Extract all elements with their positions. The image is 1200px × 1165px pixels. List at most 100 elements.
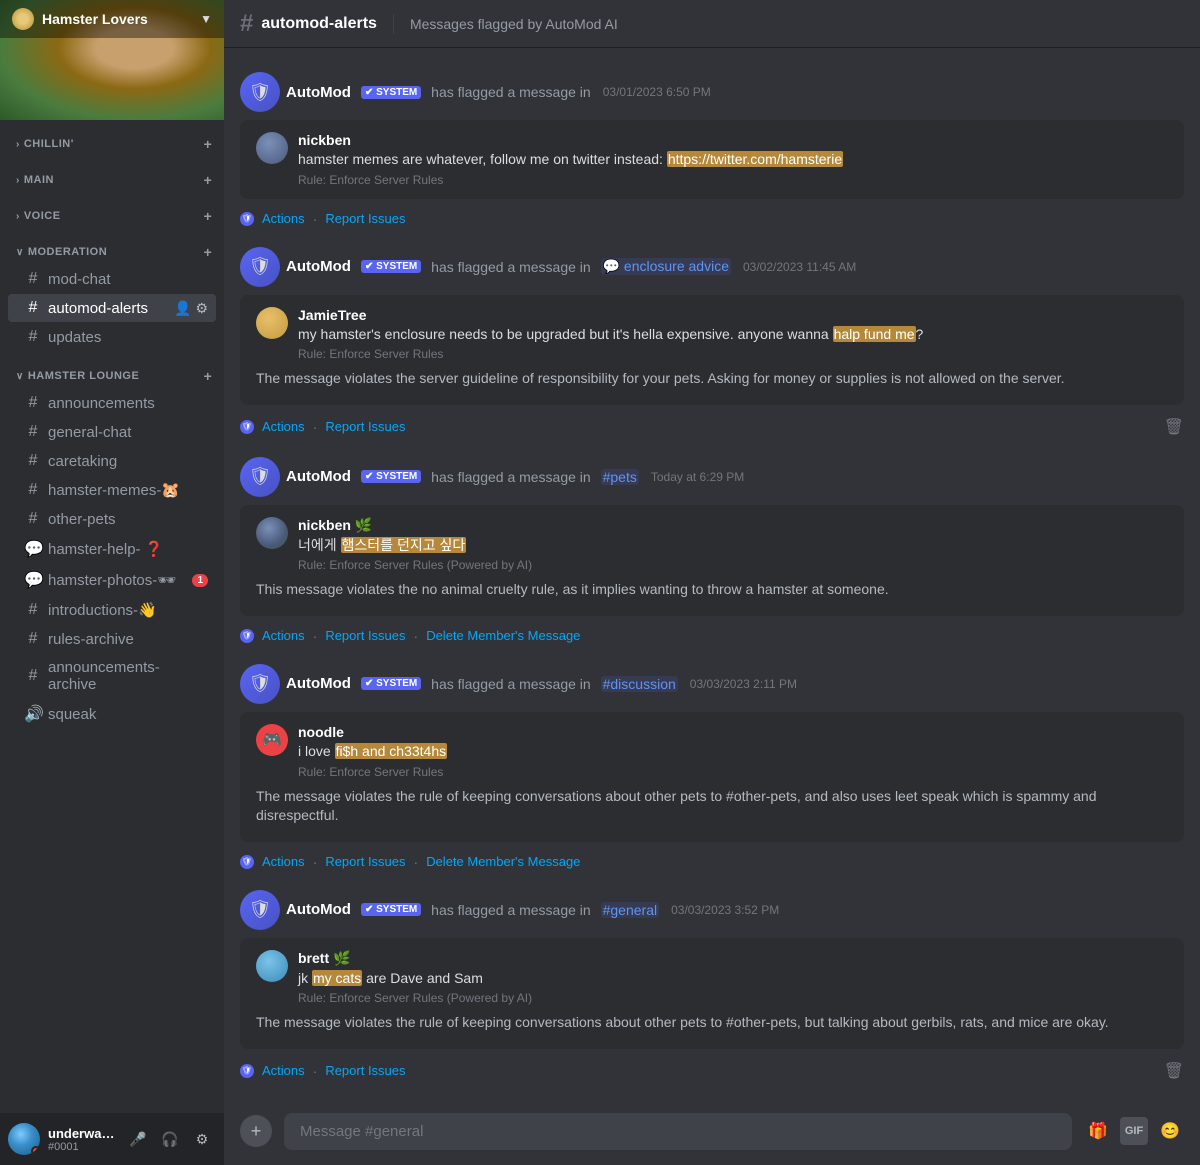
message-content: noodle i love fi$h and ch33t4hs Rule: En… [298,724,1172,779]
add-member-icon[interactable]: 👤 [174,300,191,317]
flagged-message-card: nickben hamster memes are whatever, foll… [240,120,1184,199]
add-channel-button[interactable]: + [200,136,216,152]
sidebar-item-announcements[interactable]: # announcements [8,389,216,417]
system-tag: ✔ SYSTEM [361,903,421,916]
highlighted-text: fi$h and ch33t4hs [335,743,448,759]
section-voice[interactable]: › VOICE + [0,192,224,228]
flagged-text: has flagged a message in [427,84,590,100]
caret-icon: › [16,175,20,186]
user-avatar[interactable] [8,1123,40,1155]
message-input-area: + Message #general 🎁 GIF 😊 [224,1097,1200,1165]
message-rule: Rule: Enforce Server Rules [298,765,1172,779]
automod-entry-2: 🛡 AutoMod ✔ SYSTEM has flagged a message… [224,239,1200,445]
message-rule: Rule: Enforce Server Rules [298,347,1172,361]
actions-button[interactable]: Actions [262,211,305,226]
message-content: JamieTree my hamster's enclosure needs t… [298,307,1172,362]
timestamp: 03/01/2023 6:50 PM [603,85,711,99]
sidebar-item-updates[interactable]: # updates [8,323,216,351]
sidebar-item-announcements-archive[interactable]: # announcements-archive [8,654,216,698]
automod-label: AutoMod [286,84,351,101]
delete-message-button[interactable]: 🗑 [1164,417,1184,437]
sidebar-item-hamster-photos[interactable]: 💬 hamster-photos-🕶 1 [8,565,216,595]
input-tools: 🎁 GIF 😊 [1084,1117,1184,1145]
headphone-button[interactable]: 🎧 [156,1125,184,1153]
sidebar-item-squeak[interactable]: 🔊 squeak [8,699,216,729]
section-chillin[interactable]: › CHILLIN' + [0,120,224,156]
shield-icon: 🛡 [240,420,254,434]
flagged-message-card: 🎮 noodle i love fi$h and ch33t4hs Rule: … [240,712,1184,842]
automod-header: 🛡 AutoMod ✔ SYSTEM has flagged a message… [240,457,1184,497]
automod-label: AutoMod [286,468,351,485]
add-channel-button[interactable]: + [200,368,216,384]
automod-entry-1: 🛡 AutoMod ✔ SYSTEM has flagged a message… [224,64,1200,235]
sidebar-item-hamster-memes[interactable]: # hamster-memes-🐹 [8,476,216,504]
user-panel: underwat... #0001 🎤 🎧 ⚙ [0,1113,224,1165]
hash-icon: # [24,452,42,470]
timestamp: Today at 6:29 PM [651,470,744,484]
flagged-message-card: JamieTree my hamster's enclosure needs t… [240,295,1184,405]
message-author-avatar [256,517,288,549]
report-issues-button[interactable]: Report Issues [325,628,405,643]
microphone-button[interactable]: 🎤 [124,1125,152,1153]
shield-icon: 🛡 [240,855,254,869]
attach-button[interactable]: + [240,1115,272,1147]
report-issues-button[interactable]: Report Issues [325,211,405,226]
highlighted-text: 햄스터를 던지고 싶다 [341,537,467,553]
actions-button[interactable]: Actions [262,628,305,643]
message-author: nickben 🌿 [298,517,1172,534]
sidebar-item-caretaking[interactable]: # caretaking [8,447,216,475]
gear-icon[interactable]: ⚙ [195,300,208,317]
settings-button[interactable]: ⚙ [188,1125,216,1153]
channel-mention[interactable]: #discussion [601,676,678,692]
server-name: Hamster Lovers [42,11,200,27]
actions-button[interactable]: Actions [262,854,305,869]
flagged-text: has flagged a message in [427,259,594,275]
sidebar-item-mod-chat[interactable]: # mod-chat [8,265,216,293]
delete-member-message-button[interactable]: Delete Member's Message [426,628,580,643]
emoji-button[interactable]: 😊 [1156,1117,1184,1145]
delete-message-button[interactable]: 🗑 [1164,1061,1184,1081]
message-text: 너에게 햄스터를 던지고 싶다 [298,536,1172,556]
message-content: nickben hamster memes are whatever, foll… [298,132,1172,187]
add-channel-button[interactable]: + [200,244,216,260]
automod-entry-5: 🛡 AutoMod ✔ SYSTEM has flagged a message… [224,882,1200,1089]
section-label: MAIN [24,174,54,186]
section-hamster-lounge[interactable]: ∨ HAMSTER LOUNGE + [0,352,224,388]
report-issues-button[interactable]: Report Issues [325,1063,405,1078]
actions-button[interactable]: Actions [262,1063,305,1078]
channel-mention[interactable]: #general [601,902,660,918]
server-header[interactable]: Hamster Lovers ▼ [0,0,224,120]
add-channel-button[interactable]: + [200,208,216,224]
message-input[interactable]: Message #general [284,1113,1072,1150]
channel-mention[interactable]: 💬 enclosure advice [601,258,731,275]
actions-button[interactable]: Actions [262,419,305,434]
caret-icon: ∨ [16,247,24,258]
message-rule: Rule: Enforce Server Rules [298,173,1172,187]
flagged-message-card: brett 🌿 jk my cats are Dave and Sam Rule… [240,938,1184,1049]
shield-icon: 🛡 [240,629,254,643]
report-issues-button[interactable]: Report Issues [325,854,405,869]
channel-description: Messages flagged by AutoMod AI [410,16,618,32]
automod-entry-4: 🛡 AutoMod ✔ SYSTEM has flagged a message… [224,656,1200,878]
report-issues-button[interactable]: Report Issues [325,419,405,434]
system-tag: ✔ SYSTEM [361,86,421,99]
message-author: noodle [298,724,1172,740]
sidebar-item-rules-archive[interactable]: # rules-archive [8,625,216,653]
delete-member-message-button[interactable]: Delete Member's Message [426,854,580,869]
timestamp: 03/03/2023 3:52 PM [671,903,779,917]
section-label: MODERATION [28,246,107,258]
section-moderation[interactable]: ∨ MODERATION + [0,228,224,264]
gif-button[interactable]: GIF [1120,1117,1148,1145]
channel-mention[interactable]: #pets [601,469,639,485]
hash-icon: # [24,630,42,648]
section-main[interactable]: › MAIN + [0,156,224,192]
sidebar-item-general-chat[interactable]: # general-chat [8,418,216,446]
sidebar-item-other-pets[interactable]: # other-pets [8,505,216,533]
sidebar-item-introductions[interactable]: # introductions-👋 [8,596,216,624]
flagged-text: has flagged a message in [427,676,594,692]
sidebar-item-hamster-help[interactable]: 💬 hamster-help- ❓ [8,534,216,564]
message-text: hamster memes are whatever, follow me on… [298,150,1172,170]
sidebar-item-automod-alerts[interactable]: # automod-alerts 👤 ⚙ [8,294,216,322]
add-channel-button[interactable]: + [200,172,216,188]
gift-button[interactable]: 🎁 [1084,1117,1112,1145]
